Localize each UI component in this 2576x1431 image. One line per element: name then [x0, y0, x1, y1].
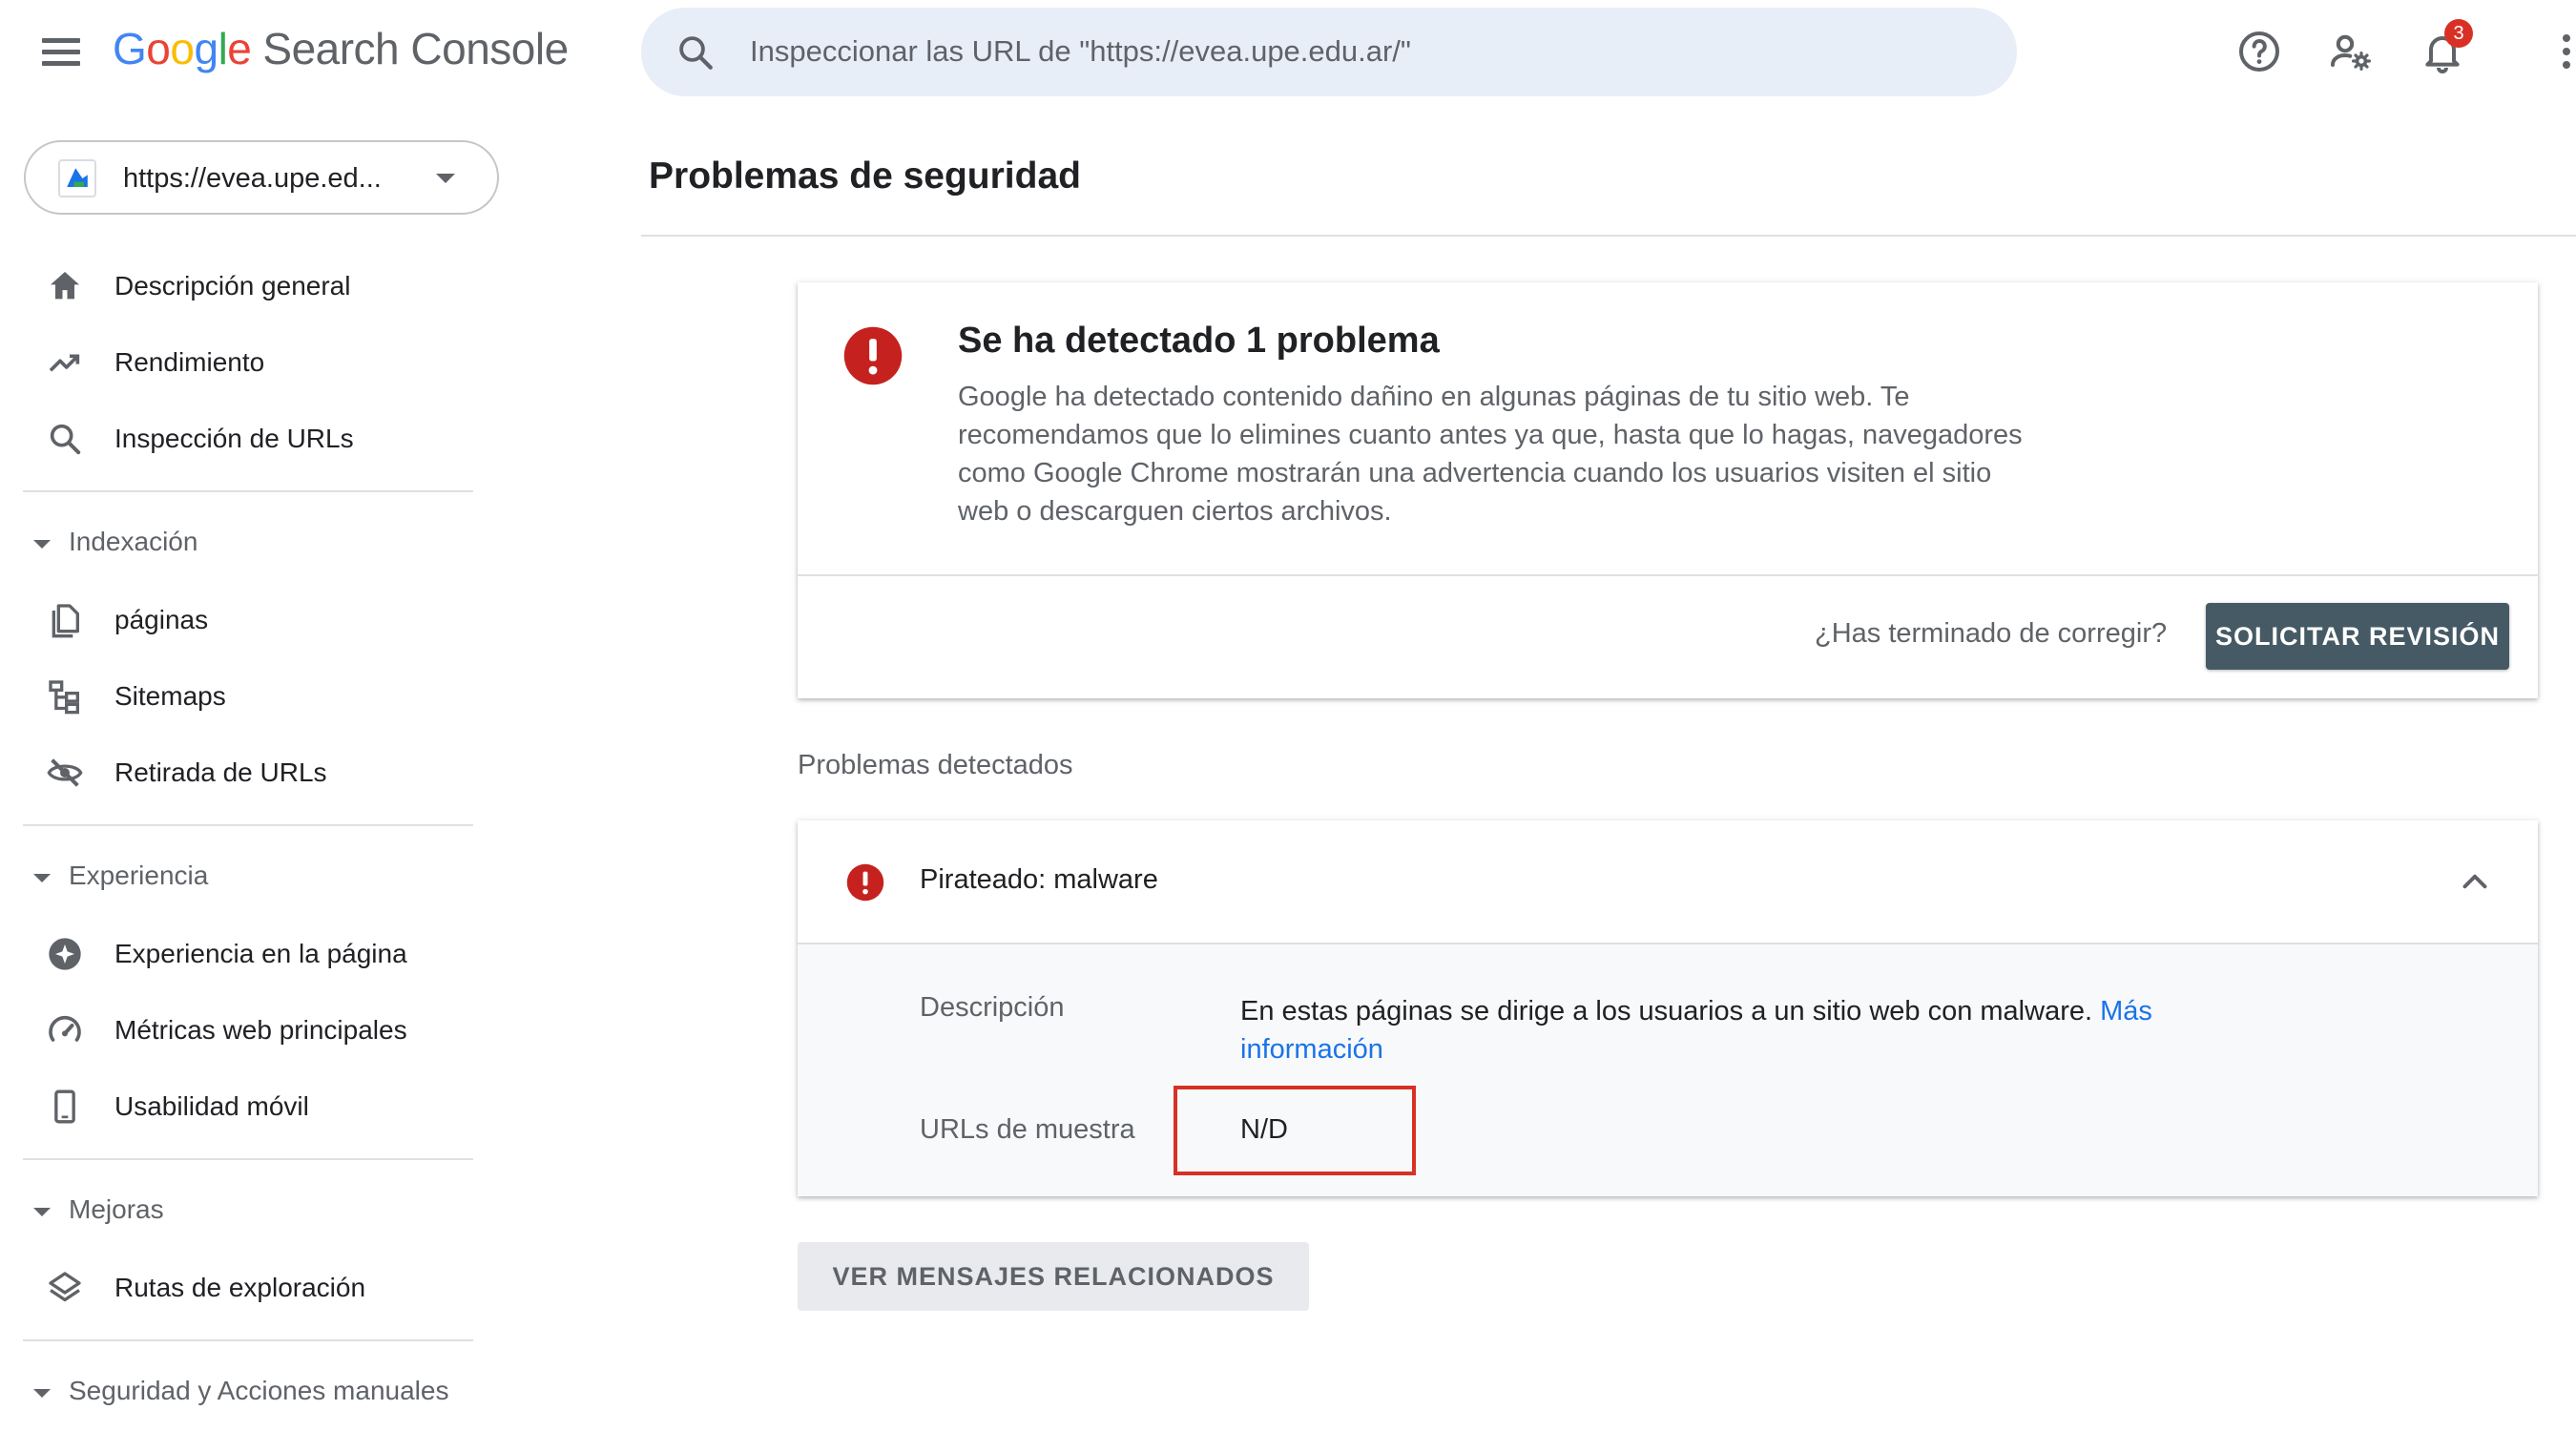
sample-urls-value: N/D	[1240, 1114, 1288, 1145]
sidebar-item-label: páginas	[114, 605, 209, 634]
summary-description: Google ha detectado contenido dañino en …	[958, 382, 2023, 527]
sidebar-item-label: Sitemaps	[114, 681, 226, 711]
logo-letter: G	[113, 24, 147, 73]
header-divider	[641, 235, 2576, 237]
notification-count-badge: 3	[2444, 19, 2473, 48]
sidebar-item-label: Retirada de URLs	[114, 757, 327, 787]
description-text: En estas páginas se dirige a los usuario…	[1240, 992, 2271, 1068]
trending-icon	[49, 354, 80, 372]
sidebar-item-overview[interactable]: Descripción general	[0, 248, 496, 324]
more-vert-icon[interactable]	[2563, 34, 2576, 73]
request-review-button[interactable]: SOLICITAR REVISIÓN	[2206, 603, 2509, 670]
sidebar-section-experience[interactable]: Experiencia	[0, 840, 496, 916]
description-body: En estas páginas se dirige a los usuario…	[1240, 996, 2093, 1027]
chevron-down-icon	[436, 174, 455, 183]
logo-letter: o	[146, 24, 171, 73]
help-icon[interactable]	[2236, 29, 2282, 74]
sidebar-item-label: Experiencia en la página	[114, 939, 407, 968]
description-label: Descripción	[920, 992, 1065, 1023]
sidebar-section-indexing[interactable]: Indexación	[0, 506, 496, 582]
sidebar-item-removals[interactable]: Retirada de URLs	[0, 735, 496, 811]
property-url: https://evea.upe.ed...	[123, 163, 382, 194]
sitemap-icon	[49, 680, 79, 715]
main-menu-icon[interactable]	[38, 33, 84, 72]
mobile-icon	[54, 1089, 75, 1124]
logo-letter: g	[194, 24, 218, 73]
detected-issues-heading: Problemas detectados	[798, 750, 1073, 780]
collapse-arrow-icon	[33, 1389, 51, 1398]
sidebar-section-label: Indexación	[69, 527, 198, 556]
sidebar-item-label: Descripción general	[114, 271, 351, 301]
card-divider	[798, 574, 2538, 576]
search-icon[interactable]	[675, 32, 716, 73]
sample-urls-label: URLs de muestra	[920, 1114, 1135, 1145]
page-title: Problemas de seguridad	[649, 156, 1081, 197]
sidebar-item-label: Métricas web principales	[114, 1015, 407, 1045]
search-input[interactable]	[750, 27, 1971, 76]
sidebar-divider	[23, 1158, 473, 1160]
view-related-messages-button[interactable]: VER MENSAJES RELACIONADOS	[798, 1242, 1309, 1311]
sidebar-item-label: Rutas de exploración	[114, 1273, 366, 1302]
collapse-arrow-icon	[33, 1208, 51, 1216]
sidebar-item-pages[interactable]: páginas	[0, 582, 496, 658]
sidebar-item-mobile-usability[interactable]: Usabilidad móvil	[0, 1068, 496, 1145]
collapse-arrow-icon	[33, 874, 51, 882]
sidebar-section-label: Experiencia	[69, 861, 209, 890]
sidebar-item-page-experience[interactable]: Experiencia en la página	[0, 916, 496, 992]
search-icon	[50, 424, 81, 455]
issue-details: Descripción En estas páginas se dirige a…	[798, 943, 2538, 1196]
error-icon	[843, 326, 903, 385]
sidebar-item-core-web-vitals[interactable]: Métricas web principales	[0, 992, 496, 1068]
eye-off-icon	[47, 758, 83, 787]
home-icon	[51, 272, 79, 300]
logo-letter: l	[218, 24, 228, 73]
speed-icon	[49, 1015, 81, 1042]
issue-summary-card: Se ha detectado 1 problema Google ha det…	[798, 282, 2538, 698]
logo-letter: e	[227, 24, 252, 73]
sidebar-item-label: Usabilidad móvil	[114, 1091, 309, 1121]
layers-icon	[49, 1272, 81, 1302]
sidebar-item-url-inspection[interactable]: Inspección de URLs	[0, 401, 496, 477]
sidebar-section-label: Seguridad y Acciones manuales	[69, 1376, 449, 1405]
sidebar-item-label: Rendimiento	[114, 347, 265, 377]
user-settings-icon[interactable]	[2328, 29, 2374, 74]
sidebar-section-label: Mejoras	[69, 1194, 164, 1224]
url-inspection-search[interactable]	[641, 8, 2017, 96]
sidebar-item-label: Inspección de URLs	[114, 424, 354, 453]
sidebar-item-performance[interactable]: Rendimiento	[0, 324, 496, 401]
product-name: Search Console	[262, 24, 569, 73]
sidebar-section-enhancements[interactable]: Mejoras	[0, 1173, 496, 1250]
sidebar-divider	[23, 824, 473, 826]
issue-header[interactable]: Pirateado: malware	[798, 820, 2538, 943]
sidebar-item-sitemaps[interactable]: Sitemaps	[0, 658, 496, 735]
sidebar-divider	[23, 490, 473, 492]
logo-letter: o	[170, 24, 195, 73]
property-selector[interactable]: https://evea.upe.ed...	[24, 140, 499, 215]
sidebar-nav: Descripción general Rendimiento Inspecci…	[0, 248, 496, 1431]
highlight-box	[1174, 1086, 1416, 1175]
summary-title: Se ha detectado 1 problema	[958, 321, 1440, 361]
sidebar-item-breadcrumbs[interactable]: Rutas de exploración	[0, 1250, 496, 1326]
pages-icon	[52, 604, 80, 638]
issue-card: Pirateado: malware Descripción En estas …	[798, 820, 2538, 1196]
top-app-bar: GoogleSearch Console 3	[0, 0, 2576, 105]
issue-title: Pirateado: malware	[920, 864, 1158, 895]
finish-question: ¿Has terminado de corregir?	[1815, 618, 2168, 649]
site-favicon-icon	[58, 159, 96, 197]
page-experience-icon	[49, 938, 81, 970]
sidebar-divider	[23, 1339, 473, 1341]
sidebar-section-security[interactable]: Seguridad y Acciones manuales	[0, 1355, 496, 1431]
error-icon	[846, 863, 884, 902]
chevron-up-icon[interactable]	[2458, 864, 2492, 899]
collapse-arrow-icon	[33, 540, 51, 549]
google-search-console-logo[interactable]: Google Search Console	[113, 23, 569, 74]
